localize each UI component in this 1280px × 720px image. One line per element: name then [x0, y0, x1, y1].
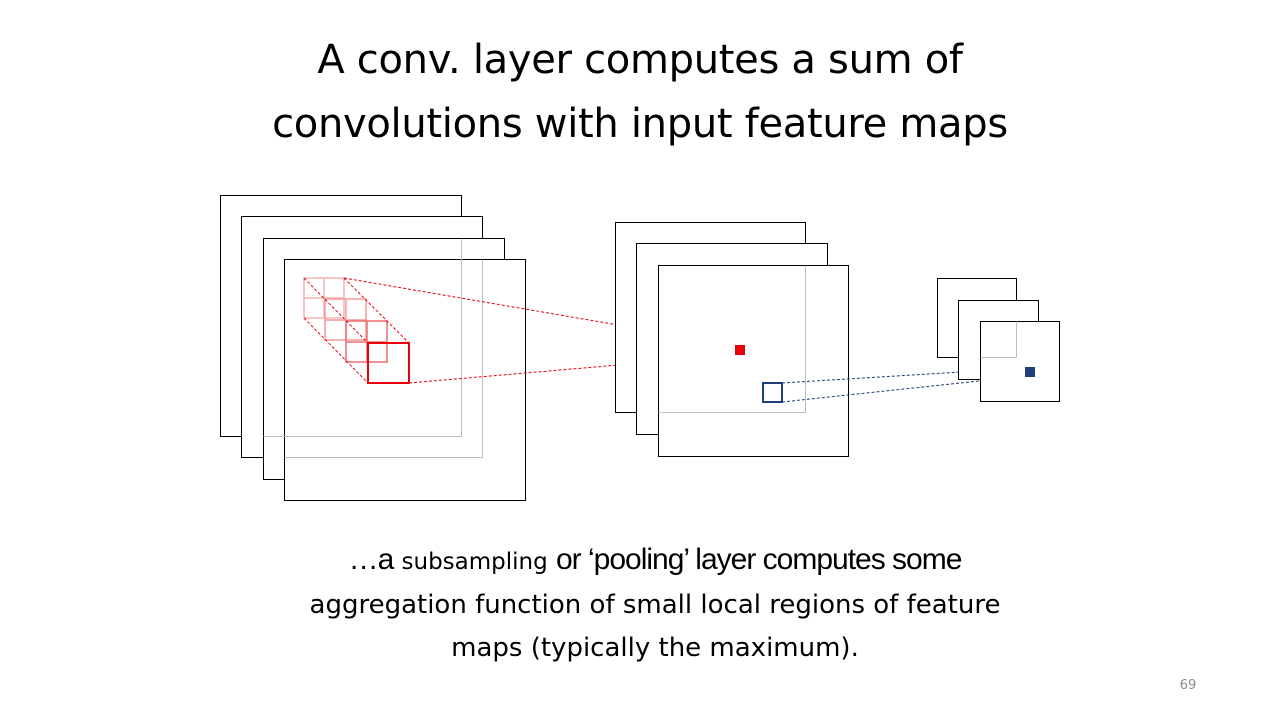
caption-subsampling: subsampling	[401, 549, 548, 575]
conv-output-maps	[615, 222, 849, 457]
pooled-maps	[937, 278, 1060, 402]
caption-pooling: or ‘pooling’ layer computes some	[555, 543, 962, 576]
pooled-map-3	[980, 321, 1060, 402]
caption: …a subsampling or ‘pooling’ layer comput…	[230, 538, 1080, 670]
page-number: 69	[1179, 678, 1197, 693]
pooled-output-pixel	[1025, 367, 1035, 377]
caption-line-1: …a subsampling or ‘pooling’ layer comput…	[230, 538, 1080, 584]
caption-lead: …a	[348, 543, 395, 576]
conv-output-pixel	[735, 345, 745, 355]
caption-line-2: aggregation function of small local regi…	[309, 590, 1001, 620]
slide: A conv. layer computes a sum of convolut…	[0, 0, 1280, 720]
input-feature-maps	[220, 195, 526, 501]
caption-line-3: maps (typically the maximum).	[451, 633, 859, 663]
input-map-4	[284, 259, 526, 501]
conv-map-3	[658, 265, 849, 457]
